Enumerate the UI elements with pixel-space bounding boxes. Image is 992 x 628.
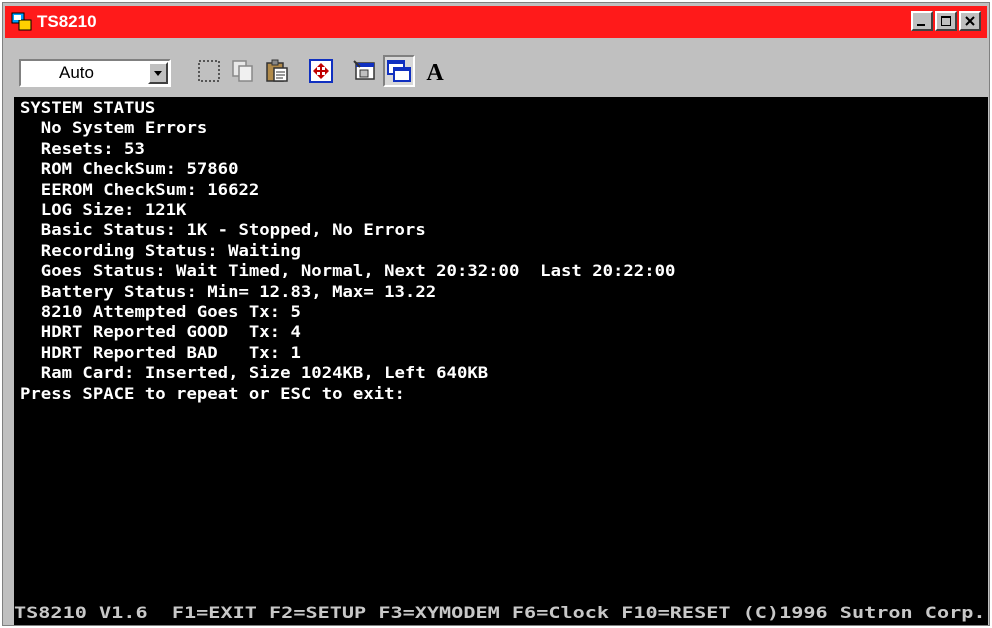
terminal-line: HDRT Reported GOOD Tx: 4 (20, 322, 301, 342)
maximize-icon (941, 16, 951, 26)
minimize-icon (917, 24, 925, 26)
terminal-output: SYSTEM STATUS No System Errors Resets: 5… (20, 98, 675, 404)
minimize-button[interactable] (911, 11, 933, 31)
terminal-line: LOG Size: 121K (20, 200, 187, 220)
window-controls (911, 11, 981, 33)
terminal-line: Basic Status: 1K - Stopped, No Errors (20, 220, 426, 240)
font-icon: A (426, 60, 444, 84)
terminal-line: HDRT Reported BAD Tx: 1 (20, 342, 301, 362)
maximize-button[interactable] (935, 11, 957, 31)
terminal-line: Goes Status: Wait Timed, Normal, Next 20… (20, 261, 676, 281)
font-size-select[interactable]: Auto (19, 59, 171, 87)
terminal-line: Ram Card: Inserted, Size 1024KB, Left 64… (20, 363, 489, 383)
properties-button[interactable] (349, 55, 381, 87)
terminal-line: Resets: 53 (20, 138, 145, 158)
marquee-select-icon (198, 60, 220, 82)
terminal-status-bar: TS8210 V1.6 F1=EXIT F2=SETUP F3=XYMODEM … (14, 601, 988, 625)
terminal-window: TS8210 Auto A SYSTEM STATUS No System Er… (2, 2, 990, 626)
background-button[interactable] (383, 55, 415, 87)
dropdown-button[interactable] (148, 62, 168, 84)
chevron-down-icon (154, 71, 162, 76)
app-icon[interactable] (11, 11, 33, 33)
window-icon (387, 60, 411, 82)
copy-icon (232, 60, 253, 82)
window-title: TS8210 (37, 12, 97, 31)
close-button[interactable] (959, 11, 981, 31)
terminal-line: Battery Status: Min= 12.83, Max= 13.22 (20, 281, 437, 301)
terminal-line: EEROM CheckSum: 16622 (20, 179, 260, 199)
terminal-line: No System Errors (20, 118, 208, 138)
status-bar-text: TS8210 V1.6 F1=EXIT F2=SETUP F3=XYMODEM … (14, 603, 986, 622)
terminal-screen[interactable]: SYSTEM STATUS No System Errors Resets: 5… (14, 97, 988, 601)
terminal-line: Recording Status: Waiting (20, 240, 301, 260)
full-screen-icon (309, 59, 333, 83)
terminal-line: 8210 Attempted Goes Tx: 5 (20, 302, 301, 322)
svg-text:A: A (426, 60, 444, 84)
full-screen-button[interactable] (305, 55, 337, 87)
title-bar[interactable]: TS8210 (5, 6, 987, 38)
toolbar: Auto A (5, 41, 987, 95)
properties-icon (353, 60, 375, 80)
select-area-button[interactable] (193, 55, 225, 87)
paste-button[interactable] (261, 55, 293, 87)
paste-icon (266, 59, 288, 82)
copy-button[interactable] (227, 55, 259, 87)
terminal-line: SYSTEM STATUS (20, 98, 156, 117)
close-icon (965, 16, 975, 26)
font-size-value: Auto (59, 63, 94, 82)
terminal-line: Press SPACE to repeat or ESC to exit: (20, 383, 405, 403)
font-button[interactable]: A (419, 55, 451, 87)
terminal-line: ROM CheckSum: 57860 (20, 159, 239, 179)
